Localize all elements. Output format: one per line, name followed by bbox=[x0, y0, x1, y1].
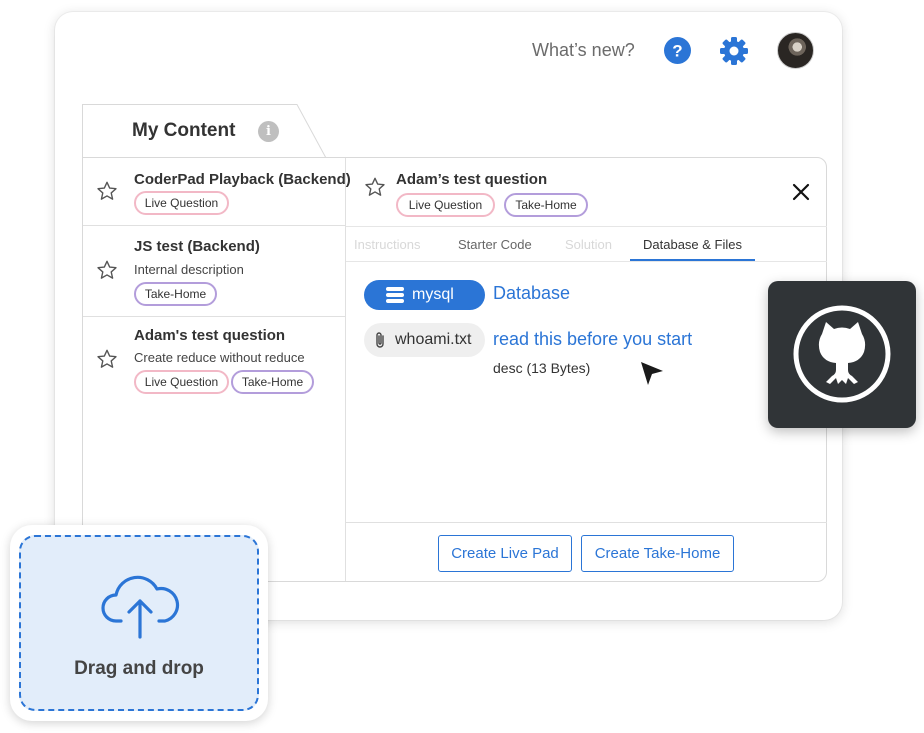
question-description: Internal description bbox=[134, 262, 244, 277]
list-item[interactable]: Adam's test question Create reduce witho… bbox=[83, 317, 346, 408]
create-live-pad-button[interactable]: Create Live Pad bbox=[438, 535, 572, 572]
mysql-label: mysql bbox=[412, 286, 454, 303]
question-list: CoderPad Playback (Backend) Live Questio… bbox=[83, 158, 351, 581]
gear-icon[interactable] bbox=[719, 36, 749, 66]
live-question-tag: Live Question bbox=[134, 191, 229, 215]
file-link[interactable]: read this before you start bbox=[493, 329, 692, 350]
dropzone-card: Drag and drop bbox=[10, 525, 268, 721]
question-title: JS test (Backend) bbox=[134, 238, 260, 255]
question-title: Adam's test question bbox=[134, 327, 286, 344]
tab-database-files[interactable]: Database & Files bbox=[643, 237, 742, 252]
file-name: whoami.txt bbox=[395, 331, 472, 348]
question-title: CoderPad Playback (Backend) bbox=[134, 171, 351, 188]
detail-tabs: Instructions Starter Code Solution Datab… bbox=[346, 226, 827, 262]
my-content-tab[interactable]: My Content i bbox=[82, 104, 327, 159]
tab-starter-code[interactable]: Starter Code bbox=[458, 237, 532, 252]
star-icon[interactable] bbox=[364, 176, 386, 198]
svg-text:?: ? bbox=[672, 42, 682, 61]
avatar[interactable] bbox=[777, 32, 814, 69]
list-item[interactable]: JS test (Backend) Internal description T… bbox=[83, 226, 346, 317]
star-icon[interactable] bbox=[96, 348, 118, 370]
mysql-chip[interactable]: mysql bbox=[364, 280, 485, 310]
question-description: Create reduce without reduce bbox=[134, 350, 305, 365]
active-tab-indicator bbox=[630, 259, 755, 261]
cloud-upload-icon bbox=[101, 575, 180, 639]
dropzone[interactable]: Drag and drop bbox=[19, 535, 259, 711]
github-card[interactable] bbox=[768, 281, 916, 428]
detail-footer: Create Live Pad Create Take-Home bbox=[346, 522, 827, 582]
info-icon[interactable]: i bbox=[258, 121, 279, 142]
tab-solution[interactable]: Solution bbox=[565, 237, 612, 252]
star-icon[interactable] bbox=[96, 259, 118, 281]
list-item[interactable]: CoderPad Playback (Backend) Live Questio… bbox=[83, 158, 351, 226]
my-content-title: My Content bbox=[132, 120, 236, 141]
detail-title: Adam’s test question bbox=[396, 171, 548, 188]
top-bar: What’s new? ? bbox=[55, 12, 842, 92]
dropzone-label: Drag and drop bbox=[74, 658, 204, 679]
database-link[interactable]: Database bbox=[493, 283, 570, 304]
live-question-tag: Live Question bbox=[396, 193, 495, 217]
create-take-home-button[interactable]: Create Take-Home bbox=[581, 535, 734, 572]
take-home-tag: Take-Home bbox=[134, 282, 217, 306]
file-description: desc (13 Bytes) bbox=[493, 360, 591, 376]
close-icon[interactable] bbox=[792, 183, 810, 201]
file-chip[interactable]: whoami.txt bbox=[364, 323, 485, 357]
help-icon[interactable]: ? bbox=[664, 37, 691, 64]
live-question-tag: Live Question bbox=[134, 370, 229, 394]
github-icon bbox=[793, 305, 891, 403]
whats-new-link[interactable]: What’s new? bbox=[532, 40, 635, 61]
database-icon bbox=[386, 287, 404, 303]
star-icon[interactable] bbox=[96, 180, 118, 202]
cursor-icon bbox=[641, 362, 663, 385]
question-detail: Adam’s test question Live Question Take-… bbox=[346, 158, 827, 581]
paperclip-icon bbox=[376, 332, 384, 348]
content-panel: CoderPad Playback (Backend) Live Questio… bbox=[82, 157, 827, 582]
take-home-tag: Take-Home bbox=[504, 193, 588, 217]
tab-instructions[interactable]: Instructions bbox=[354, 237, 420, 252]
take-home-tag: Take-Home bbox=[231, 370, 314, 394]
